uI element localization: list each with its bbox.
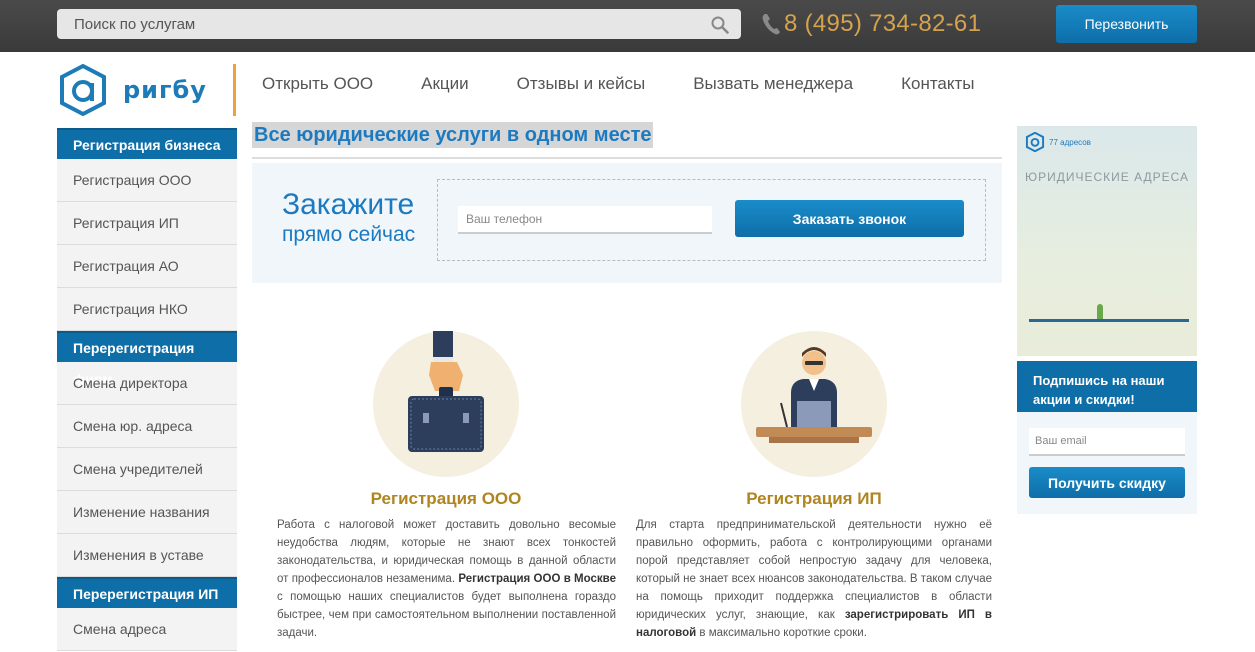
top-bar: 8 (495) 734-82-61 Перезвонить xyxy=(0,0,1255,52)
sidebar-item[interactable]: Регистрация ООО xyxy=(57,159,237,202)
sidebar-item[interactable]: Регистрация ИП xyxy=(57,202,237,245)
nav-reviews[interactable]: Отзывы и кейсы xyxy=(493,62,670,106)
search-input[interactable] xyxy=(57,9,697,39)
sidebar-item[interactable]: Изменение названия xyxy=(57,491,237,534)
nav-contacts[interactable]: Контакты xyxy=(877,62,998,106)
ad-logo: 77 адресов xyxy=(1025,132,1091,152)
briefcase-icon xyxy=(408,331,484,452)
sidebar-header[interactable]: Регистрация бизнеса xyxy=(57,128,237,159)
logo-icon xyxy=(60,64,106,116)
ad-logo-icon xyxy=(1025,132,1045,152)
nav-open-ooo[interactable]: Открыть ООО xyxy=(238,62,397,106)
header-divider xyxy=(233,64,236,116)
get-discount-button[interactable]: Получить скидку xyxy=(1029,467,1185,498)
sidebar: Регистрация бизнеса Регистрация ООО Реги… xyxy=(57,128,237,651)
tree-icon xyxy=(1097,304,1103,319)
sidebar-item[interactable]: Регистрация НКО xyxy=(57,288,237,331)
sidebar-item[interactable]: Регистрация АО xyxy=(57,245,237,288)
title-divider xyxy=(252,157,1002,159)
nav-promotions[interactable]: Акции xyxy=(397,62,493,106)
phone-icon xyxy=(762,14,780,35)
ad-horizon-line xyxy=(1029,319,1189,322)
phone-field[interactable] xyxy=(458,206,712,234)
ad-banner[interactable]: 77 адресов ЮРИДИЧЕСКИЕ АДРЕСА xyxy=(1017,126,1197,356)
sidebar-item[interactable]: Смена адреса жительства xyxy=(57,608,237,651)
sidebar-item[interactable]: Смена директора xyxy=(57,362,237,405)
ad-logo-text: 77 адресов xyxy=(1049,137,1091,147)
sidebar-item[interactable]: Смена юр. адреса xyxy=(57,405,237,448)
sidebar-header[interactable]: Перерегистрация фирм xyxy=(57,331,237,387)
ad-caption: ЮРИДИЧЕСКИЕ АДРЕСА xyxy=(1024,170,1190,184)
card-description: Для старта предпринимательской деятельно… xyxy=(636,519,993,639)
logo-text: ригбу xyxy=(123,76,207,104)
order-call-button[interactable]: Заказать звонок xyxy=(735,200,964,237)
phone-number[interactable]: 8 (495) 734-82-61 xyxy=(784,10,981,38)
sidebar-item[interactable]: Изменения в уставе xyxy=(57,534,237,577)
card-title[interactable]: Регистрация ИП xyxy=(668,489,960,509)
card-title[interactable]: Регистрация ООО xyxy=(300,489,592,509)
search-icon[interactable] xyxy=(711,16,729,34)
email-field[interactable] xyxy=(1029,428,1185,456)
order-heading-big: Закажите xyxy=(282,188,415,221)
page-title: Все юридические услуги в одном месте xyxy=(252,122,654,148)
order-heading-small: прямо сейчас xyxy=(282,223,416,246)
sidebar-header[interactable]: Перерегистрация ИП xyxy=(57,577,237,608)
nav-call-manager[interactable]: Вызвать менеджера xyxy=(669,62,877,106)
subscribe-title: Подпишись на наши акции и скидки! xyxy=(1017,361,1197,412)
callback-button[interactable]: Перезвонить xyxy=(1056,5,1197,43)
card-description: Работа с налоговой может доставить довол… xyxy=(277,519,616,639)
main-nav: Открыть ООО Акции Отзывы и кейсы Вызвать… xyxy=(238,62,999,106)
logo[interactable]: ригбу xyxy=(57,64,207,116)
order-heading: Закажите прямо сейчас xyxy=(282,188,416,246)
card-link[interactable]: Регистрация ООО в Москве xyxy=(458,573,616,585)
phone-block: 8 (495) 734-82-61 xyxy=(760,9,981,39)
speaker-icon xyxy=(756,347,872,443)
search-box xyxy=(57,9,741,39)
sidebar-item[interactable]: Смена учредителей xyxy=(57,448,237,491)
